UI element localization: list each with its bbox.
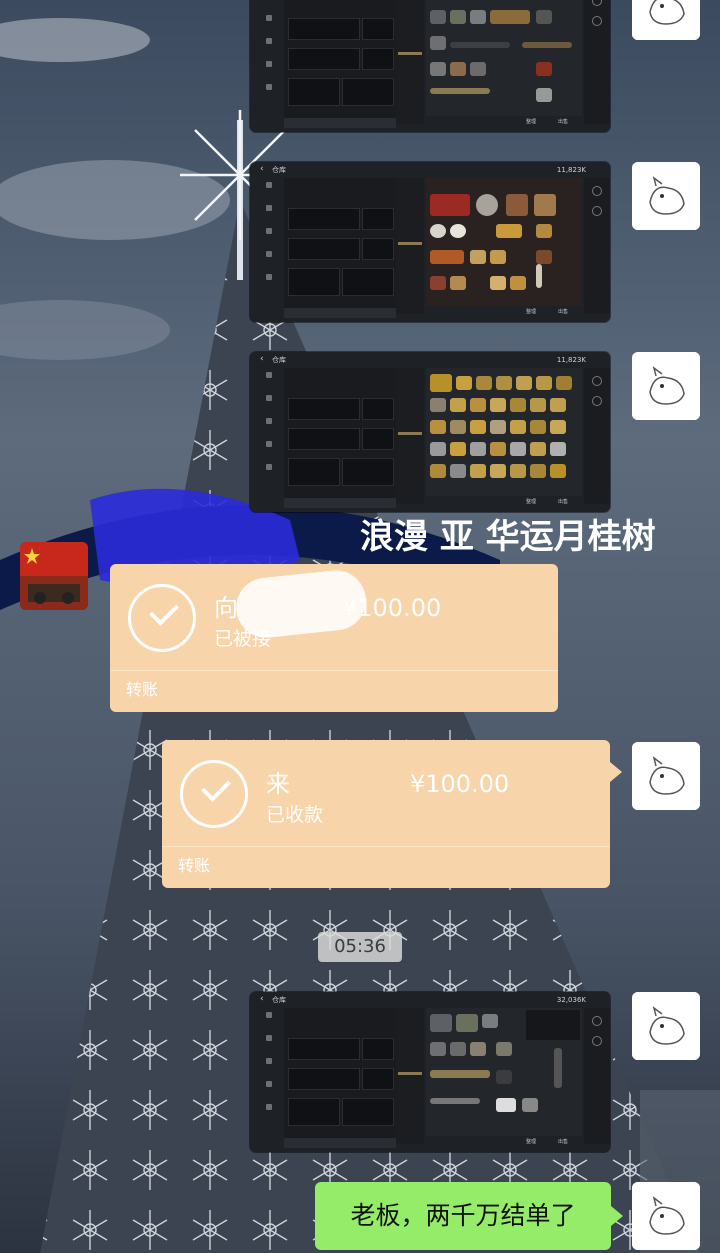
my-avatar[interactable] bbox=[632, 352, 700, 420]
screenshot-image-2[interactable]: ‹ 仓库 11,823K 整理 出售 bbox=[250, 162, 610, 322]
screen-title: 仓库 bbox=[272, 166, 286, 174]
transfer-label: 转账 bbox=[126, 680, 159, 699]
sort-button: 整理 bbox=[526, 1139, 537, 1145]
sort-button: 整理 bbox=[526, 309, 537, 315]
currency-text: 11,823K bbox=[556, 166, 586, 174]
contact-avatar[interactable] bbox=[20, 542, 88, 610]
sort-button: 整理 bbox=[526, 119, 537, 125]
inventory-grid bbox=[426, 0, 582, 116]
sell-button: 出售 bbox=[558, 119, 569, 125]
transfer-label: 转账 bbox=[178, 856, 211, 875]
cartoon-cat-icon bbox=[632, 992, 700, 1060]
message-timestamp: 05:36 bbox=[318, 932, 402, 962]
check-circle-icon bbox=[128, 584, 196, 652]
flag-avatar-icon bbox=[20, 542, 88, 610]
inventory-grid bbox=[426, 178, 582, 306]
screen-title: 仓库 bbox=[272, 356, 286, 364]
check-circle-icon bbox=[180, 760, 248, 828]
screen-title: 仓库 bbox=[272, 996, 286, 1004]
transfer-prefix: 来 bbox=[266, 770, 290, 798]
redaction-scribble bbox=[300, 752, 410, 798]
transfer-status: 已收款 bbox=[266, 804, 324, 826]
screenshot-image-1[interactable]: 仓库 整理 出售 bbox=[250, 0, 610, 132]
text-message-bubble[interactable]: 老板，两千万结单了 bbox=[315, 1182, 611, 1250]
cartoon-cat-icon bbox=[632, 0, 700, 40]
cartoon-cat-icon bbox=[632, 162, 700, 230]
sell-button: 出售 bbox=[558, 499, 569, 505]
cartoon-cat-icon bbox=[632, 352, 700, 420]
cartoon-cat-icon bbox=[632, 742, 700, 810]
currency-text: 11,823K bbox=[556, 356, 586, 364]
my-avatar[interactable] bbox=[632, 0, 700, 40]
currency-text: 32,036K bbox=[556, 996, 586, 1004]
cartoon-cat-icon bbox=[632, 1182, 700, 1250]
inventory-grid bbox=[426, 1008, 582, 1136]
my-avatar[interactable] bbox=[632, 1182, 700, 1250]
my-avatar[interactable] bbox=[632, 992, 700, 1060]
my-avatar[interactable] bbox=[632, 162, 700, 230]
sort-button: 整理 bbox=[526, 499, 537, 505]
screenshot-image-4[interactable]: ‹ 仓库 32,036K 整理 出售 bbox=[250, 992, 610, 1152]
transfer-amount: ¥100.00 bbox=[410, 770, 510, 798]
sell-button: 出售 bbox=[558, 309, 569, 315]
transfer-prefix: 向 bbox=[214, 594, 238, 622]
screenshot-image-3[interactable]: ‹ 仓库 11,823K 整理 出售 bbox=[250, 352, 610, 512]
banner-text: 浪漫 亚 华运月桂树 bbox=[360, 517, 656, 557]
inventory-grid bbox=[426, 368, 582, 496]
my-avatar[interactable] bbox=[632, 742, 700, 810]
sell-button: 出售 bbox=[558, 1139, 569, 1145]
